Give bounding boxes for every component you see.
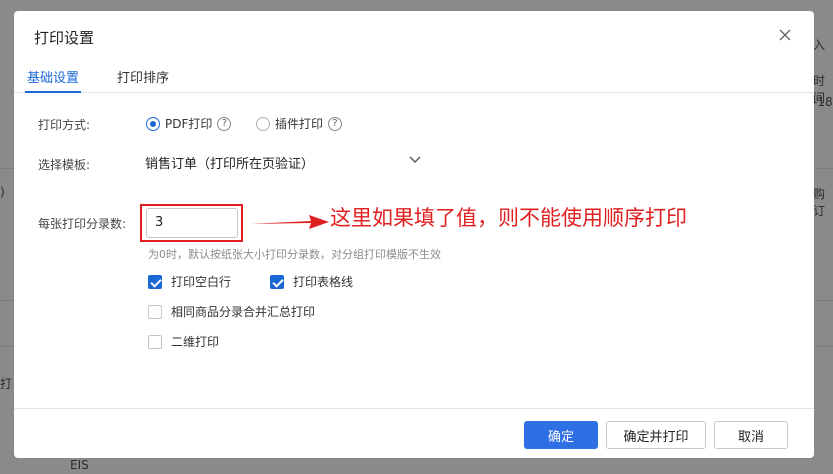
checkbox-label: 打印空白行: [171, 275, 232, 289]
radio-dot: [256, 116, 270, 131]
bg-text-right-3: -18: [813, 95, 833, 109]
checkbox-2d-print[interactable]: 二维打印: [148, 333, 219, 350]
ok-and-print-button[interactable]: 确定并打印: [606, 421, 706, 449]
print-method-label: 打印方式:: [38, 118, 91, 132]
checkbox-label: 打印表格线: [293, 275, 354, 289]
entries-per-sheet-input[interactable]: 3: [146, 208, 238, 238]
entries-per-sheet-label: 每张打印分录数:: [38, 217, 127, 231]
dialog-title: 打印设置: [34, 29, 95, 47]
radio-label: PDF打印: [165, 117, 213, 131]
close-button[interactable]: [776, 26, 794, 44]
dialog-header: 打印设置: [14, 11, 814, 63]
checkbox-label: 相同商品分录合并汇总打印: [171, 305, 316, 319]
help-icon[interactable]: ?: [328, 116, 343, 131]
radio-dot: [146, 116, 160, 131]
template-select[interactable]: 销售订单（打印所在页验证）: [145, 149, 421, 173]
dialog-footer: 确定 确定并打印 取消: [14, 408, 814, 458]
arrow-icon: [249, 215, 329, 229]
template-select-value: 销售订单（打印所在页验证）: [145, 157, 315, 172]
bg-text-left-1: ): [0, 185, 5, 199]
help-icon[interactable]: ?: [217, 116, 232, 131]
ok-button[interactable]: 确定: [524, 421, 598, 449]
bg-text-right-4: 购订: [813, 187, 826, 218]
tab-print-order[interactable]: 打印排序: [115, 67, 171, 93]
bg-text-right-1: 入: [813, 38, 826, 52]
close-icon: [779, 29, 791, 41]
bg-text-left-2: 打: [0, 377, 13, 391]
checkbox-label: 二维打印: [171, 335, 220, 349]
checkbox-box: [148, 334, 162, 349]
template-label: 选择模板:: [38, 158, 91, 172]
checkbox-print-table-lines[interactable]: 打印表格线: [270, 273, 353, 290]
tab-bar: 基础设置 打印排序: [14, 63, 814, 93]
bg-text-left-3: EIS: [70, 458, 89, 472]
checkbox-box: [270, 274, 284, 289]
checkbox-box: [148, 304, 162, 319]
checkbox-box: [148, 274, 162, 289]
cancel-button[interactable]: 取消: [714, 421, 788, 449]
radio-plugin-print[interactable]: 插件打印 ?: [256, 115, 343, 132]
chevron-down-icon: [409, 156, 421, 163]
checkbox-print-blank-rows[interactable]: 打印空白行: [148, 273, 231, 290]
entries-hint: 为0时，默认按纸张大小打印分录数，对分组打印模版不生效: [148, 248, 441, 261]
radio-label: 插件打印: [275, 117, 324, 131]
print-settings-dialog: 打印设置 基础设置 打印排序 打印方式: PDF打印 ? 插件打印 ? 选择模板…: [14, 11, 814, 458]
tab-basic-settings[interactable]: 基础设置: [25, 67, 82, 93]
annotation-text: 这里如果填了值，则不能使用顺序打印: [330, 206, 687, 230]
checkbox-merge-same-items[interactable]: 相同商品分录合并汇总打印: [148, 303, 315, 320]
radio-pdf-print[interactable]: PDF打印 ?: [146, 115, 232, 132]
